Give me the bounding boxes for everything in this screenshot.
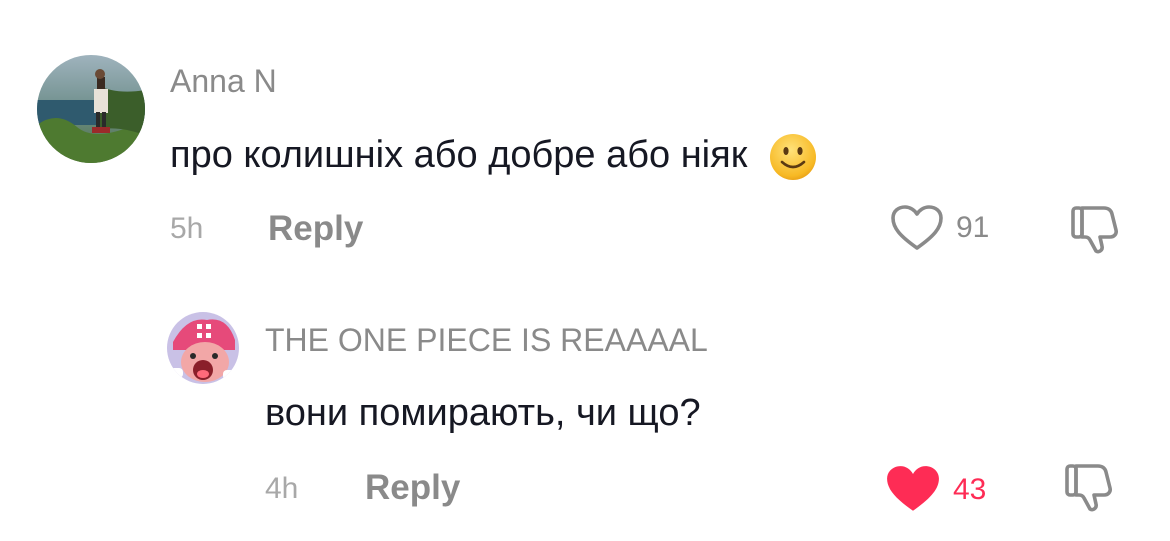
comment-username[interactable]: Anna N xyxy=(170,63,277,100)
like-count: 43 xyxy=(953,473,987,506)
comment-text-body: про колишніх або добре або ніяк xyxy=(170,134,748,177)
comment-item: Anna N про колишніх або добре або ніяк 5… xyxy=(0,0,1170,270)
thumbs-down-icon xyxy=(1071,206,1118,254)
reply-button[interactable]: Reply xyxy=(365,468,460,508)
comment-username[interactable]: THE ONE PIECE IS REAAAAL xyxy=(265,322,708,359)
reply-comment-item: THE ONE PIECE IS REAAAAL вони помирають,… xyxy=(0,290,1170,541)
comment-text: вони помирають, чи що? xyxy=(265,392,701,434)
thumbs-down-icon xyxy=(1065,464,1112,512)
like-count: 91 xyxy=(956,211,990,244)
heart-filled-icon xyxy=(887,466,939,511)
cartoon-avatar-icon xyxy=(167,312,239,384)
comment-time: 4h xyxy=(265,472,299,505)
dislike-button[interactable] xyxy=(1062,458,1122,516)
like-button[interactable]: 91 xyxy=(890,200,1000,256)
dislike-button[interactable] xyxy=(1068,200,1128,256)
comment-text: про колишніх або добре або ніяк xyxy=(170,132,818,182)
landscape-avatar-icon xyxy=(37,55,145,163)
comment-time: 5h xyxy=(170,212,204,245)
slightly-smiling-face-icon xyxy=(768,132,818,182)
heart-outline-icon xyxy=(891,205,943,250)
avatar[interactable] xyxy=(167,312,239,384)
like-button[interactable]: 43 xyxy=(885,460,1005,516)
reply-button[interactable]: Reply xyxy=(268,209,363,249)
avatar[interactable] xyxy=(37,55,145,163)
